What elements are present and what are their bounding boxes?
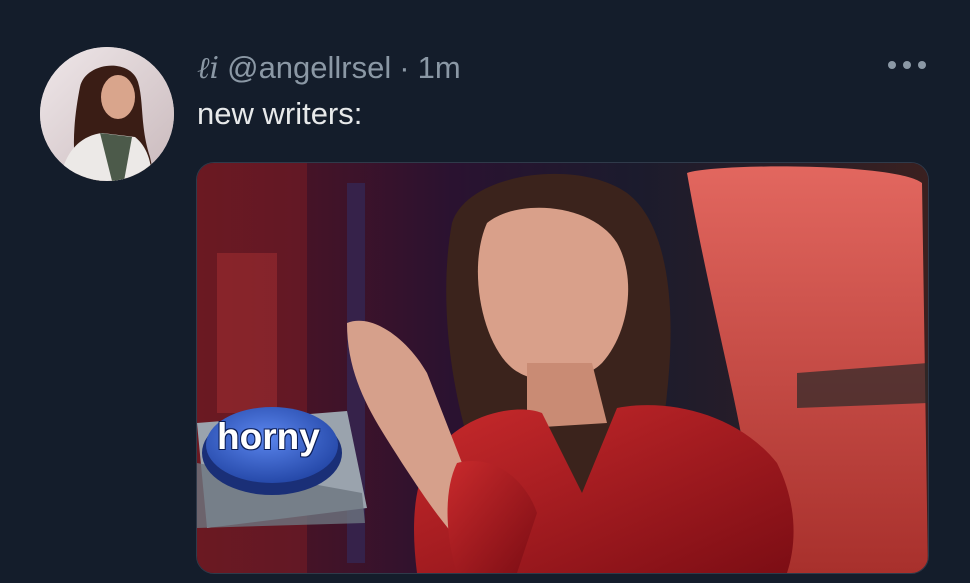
handle[interactable]: @angellrsel — [227, 50, 391, 86]
separator: · — [399, 50, 410, 85]
timestamp[interactable]: 1m — [418, 50, 461, 86]
tweet-header: ℓi @angellrsel · 1m — [197, 48, 461, 88]
tweet-text: new writers: — [197, 96, 363, 131]
meme-image — [197, 163, 928, 573]
tweet-media[interactable]: horny — [196, 162, 929, 574]
tweet: ℓi @angellrsel · 1m new writers: horny — [0, 0, 970, 583]
more-horizontal-icon — [888, 61, 926, 69]
avatar[interactable] — [40, 47, 174, 181]
avatar-image — [40, 47, 174, 181]
display-name[interactable]: ℓi — [197, 51, 219, 86]
more-options-button[interactable] — [884, 52, 930, 78]
